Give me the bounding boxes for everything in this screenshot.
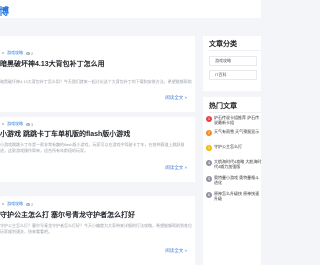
- category-item[interactable]: 游戏攻略: [209, 56, 257, 66]
- hot-article-title[interactable]: 炉石传说卡组推荐 炉石传说最新卡组: [214, 115, 262, 125]
- hot-article-title[interactable]: 守护公主怎么打: [214, 144, 262, 149]
- hot-widget-title: 热门文章: [209, 103, 237, 110]
- hot-article-item[interactable]: 6 原神怎么升级快 原神快速升级: [206, 191, 262, 204]
- article-card: 游戏攻略 3 小游戏 跳跳卡丁车单机版的flash版小游戏 小游戏跳跳卡丁车是一…: [0, 117, 195, 182]
- article-card: 游戏攻略 2 暗黑破坏神4.13大背包补丁怎么用 暗黑破坏神4.13大背包补丁怎…: [0, 36, 195, 112]
- category-widget: 文章分类 游戏攻略 IT百科: [203, 36, 261, 91]
- rank-badge: 3: [206, 145, 212, 151]
- article-excerpt: 守护公主怎么打？塞尔号青龙守护者怎么打好？今天小编就为大家带来详细的打法攻略，希…: [0, 223, 192, 234]
- hot-article-item[interactable]: 2 天气有雨雪 天气预报显示: [206, 129, 262, 142]
- category-widget-title: 文章分类: [209, 41, 237, 48]
- hot-article-title[interactable]: 原神怎么升级快 原神快速升级: [214, 191, 262, 201]
- article-meta: 游戏攻略 3: [2, 121, 33, 127]
- hot-article-item[interactable]: 5 奥特曼小游戏 奥特曼格斗进化: [206, 175, 262, 188]
- widget-divider: [209, 112, 261, 113]
- article-title[interactable]: 守护公主怎么打 塞尔号青龙守护者怎么打好: [0, 210, 135, 220]
- eye-icon: [26, 51, 30, 55]
- read-more-link[interactable]: 阅读全文 »: [165, 165, 187, 171]
- hot-article-item[interactable]: 3 守护公主怎么打: [206, 144, 262, 157]
- view-count: 2: [31, 50, 34, 56]
- hot-article-item[interactable]: 4 大航海时代4攻略 大航海时代4威力加强版: [206, 159, 262, 172]
- read-more-link[interactable]: 阅读全文 »: [165, 95, 187, 101]
- view-count: 2: [31, 201, 34, 207]
- rank-badge: 5: [206, 176, 212, 182]
- article-excerpt: 暗黑破坏神4.13大背包补丁怎么用？今天我们就来一起讨论这个大背包补丁的下载和安…: [0, 79, 192, 84]
- article-title[interactable]: 暗黑破坏神4.13大背包补丁怎么用: [0, 59, 105, 69]
- eye-icon: [26, 122, 30, 126]
- hot-article-item[interactable]: 1 炉石传说卡组推荐 炉石传说最新卡组: [206, 115, 262, 128]
- top-bar: 博: [0, 0, 261, 18]
- article-category[interactable]: 游戏攻略: [7, 50, 23, 56]
- article-excerpt: 小游戏跳跳卡丁车是一款非常有趣的flash版小游戏，玩家可以在游戏中驾驶卡丁车，…: [0, 142, 185, 153]
- widget-divider: [209, 50, 261, 51]
- category-dot-icon: [2, 52, 4, 54]
- read-more-link[interactable]: 阅读全文 »: [165, 248, 187, 254]
- site-logo[interactable]: 博: [0, 3, 9, 18]
- article-views: 2: [26, 202, 33, 207]
- category-dot-icon: [2, 203, 4, 205]
- category-item[interactable]: IT百科: [209, 70, 257, 80]
- rank-badge: 1: [206, 116, 212, 122]
- rank-badge: 2: [206, 130, 212, 136]
- article-card: 游戏攻略 2 守护公主怎么打 塞尔号青龙守护者怎么打好 守护公主怎么打？塞尔号青…: [0, 196, 195, 265]
- rank-badge: 4: [206, 160, 212, 166]
- article-category[interactable]: 游戏攻略: [7, 121, 23, 127]
- article-meta: 游戏攻略 2: [2, 50, 33, 56]
- category-dot-icon: [2, 123, 4, 125]
- article-views: 2: [26, 51, 33, 56]
- hot-article-title[interactable]: 奥特曼小游戏 奥特曼格斗进化: [214, 175, 262, 185]
- hot-articles-widget: 热门文章 1 炉石传说卡组推荐 炉石传说最新卡组 2 天气有雨雪 天气预报显示 …: [203, 97, 261, 265]
- article-title[interactable]: 小游戏 跳跳卡丁车单机版的flash版小游戏: [0, 129, 130, 139]
- article-views: 3: [26, 122, 33, 127]
- view-count: 3: [31, 121, 34, 127]
- article-category[interactable]: 游戏攻略: [7, 201, 23, 207]
- article-meta: 游戏攻略 2: [2, 201, 33, 207]
- rank-badge: 6: [206, 192, 212, 198]
- hot-article-title[interactable]: 天气有雨雪 天气预报显示: [214, 129, 262, 134]
- hot-article-title[interactable]: 大航海时代4攻略 大航海时代4威力加强版: [214, 159, 262, 169]
- eye-icon: [26, 202, 30, 206]
